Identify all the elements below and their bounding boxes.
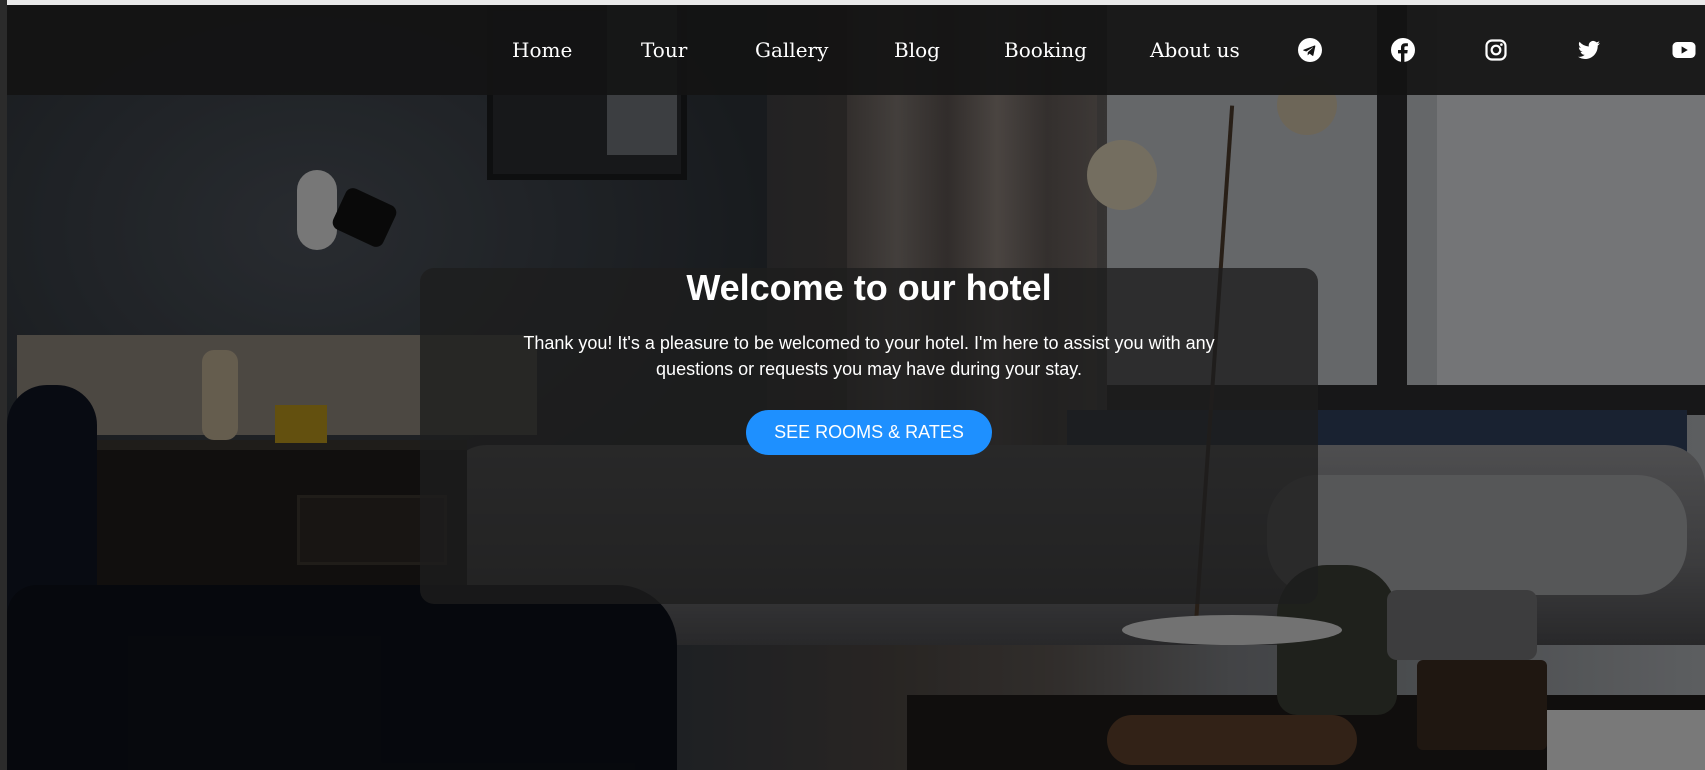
nav-link-blog[interactable]: Blog bbox=[894, 38, 940, 62]
instagram-icon[interactable] bbox=[1484, 5, 1508, 95]
telegram-icon[interactable] bbox=[1298, 5, 1322, 95]
nav-link-home[interactable]: Home bbox=[512, 38, 572, 62]
twitter-icon[interactable] bbox=[1577, 5, 1601, 95]
welcome-card: Welcome to our hotel Thank you! It's a p… bbox=[420, 268, 1318, 604]
welcome-text: Thank you! It's a pleasure to be welcome… bbox=[523, 333, 1215, 379]
nav-link-booking[interactable]: Booking bbox=[1004, 38, 1087, 62]
youtube-icon[interactable] bbox=[1672, 5, 1696, 95]
nav-link-gallery[interactable]: Gallery bbox=[755, 38, 828, 62]
facebook-icon[interactable] bbox=[1391, 5, 1415, 95]
navbar: Home Tour Gallery Blog Booking About us bbox=[7, 5, 1705, 95]
top-strip bbox=[0, 0, 1705, 5]
nav-link-tour[interactable]: Tour bbox=[641, 38, 687, 62]
welcome-title: Welcome to our hotel bbox=[686, 267, 1052, 308]
left-edge bbox=[0, 0, 7, 770]
nav-link-about-us[interactable]: About us bbox=[1150, 38, 1240, 62]
see-rooms-rates-button[interactable]: SEE ROOMS & RATES bbox=[746, 410, 992, 455]
